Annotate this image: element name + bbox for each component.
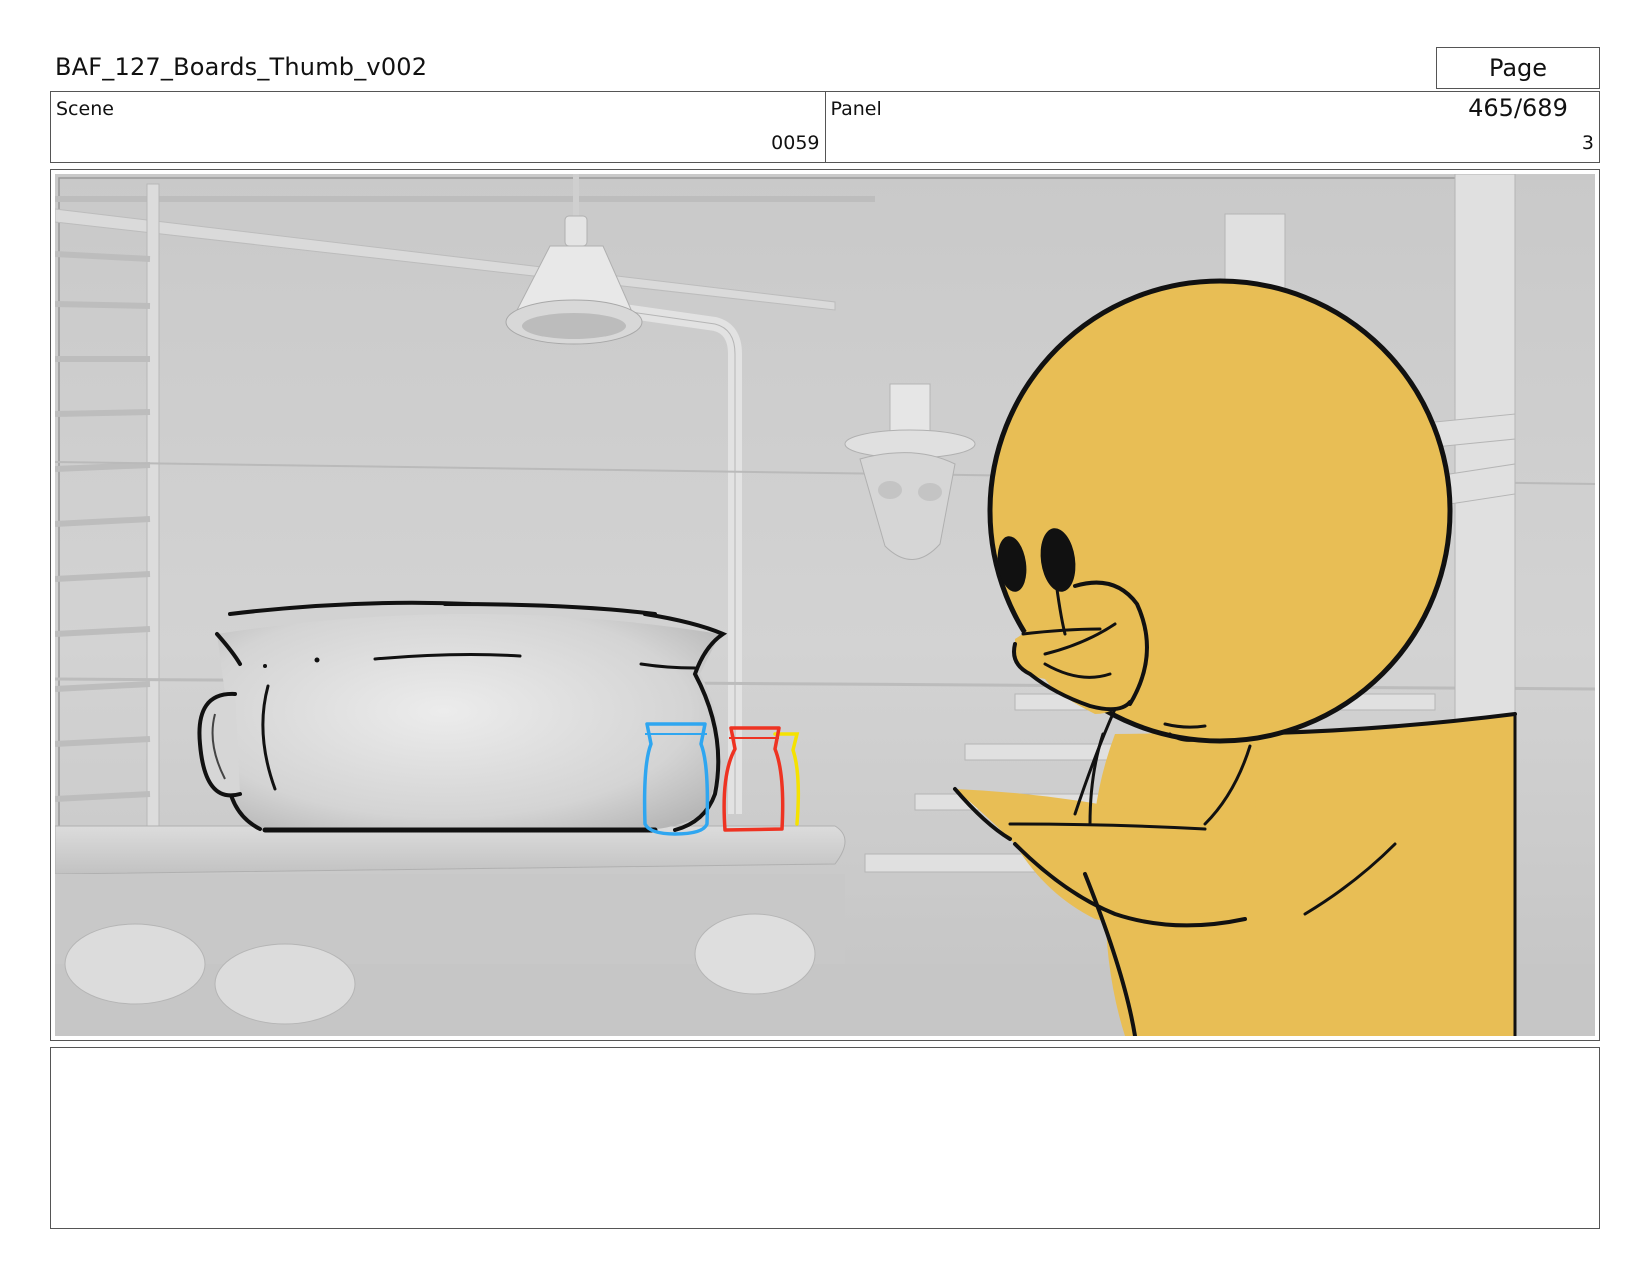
storyboard-panel-image bbox=[55, 174, 1595, 1036]
scene-label: Scene bbox=[56, 98, 114, 120]
scene-number: 0059 bbox=[771, 132, 820, 154]
scene-cell: Scene 0059 bbox=[51, 92, 825, 162]
panel-notes-box bbox=[50, 1047, 1600, 1229]
scene-panel-header: Scene 0059 Panel 3 bbox=[50, 91, 1600, 163]
panel-label: Panel bbox=[830, 98, 882, 120]
panel-number: 3 bbox=[1581, 132, 1594, 154]
panel-cell: Panel 3 bbox=[824, 92, 1600, 162]
storyboard-frame bbox=[50, 169, 1600, 1041]
page-number-box: Page 465/689 bbox=[1436, 47, 1600, 122]
document-title: BAF_127_Boards_Thumb_v002 bbox=[55, 53, 428, 81]
